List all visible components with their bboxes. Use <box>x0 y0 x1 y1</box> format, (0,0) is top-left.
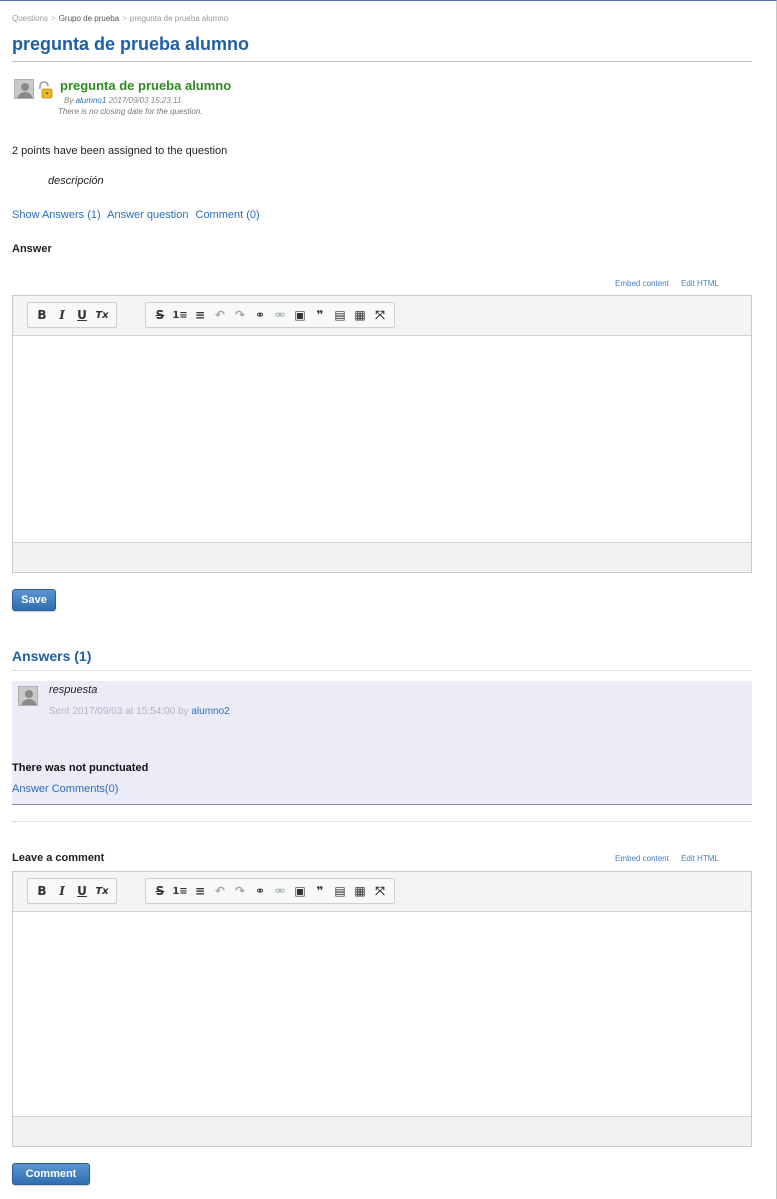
answer-editor-links: Embed content Edit HTML <box>605 279 719 288</box>
toolbar-group-rich: S 1≡ ≡ ↶ ↷ ⚭ ⚮ ▣ ❞ ▤ ▦ ⤧ <box>145 302 395 328</box>
fullscreen-icon[interactable]: ⤧ <box>371 306 389 324</box>
editor-status-bar <box>13 1116 751 1146</box>
editor-status-bar <box>13 542 751 572</box>
unlink-icon[interactable]: ⚮ <box>271 306 289 324</box>
edit-html-link[interactable]: Edit HTML <box>681 854 719 863</box>
answer-author-link[interactable]: alumno2 <box>191 706 229 717</box>
comment-editor-links: Embed content Edit HTML <box>605 854 719 863</box>
bullet-list-icon[interactable]: ≡ <box>191 306 209 324</box>
open-lock-icon <box>39 81 53 99</box>
save-button[interactable]: Save <box>12 589 56 611</box>
italic-button[interactable]: I <box>53 882 71 900</box>
show-answers-link[interactable]: Show Answers (1) <box>12 209 101 221</box>
breadcrumb-current: pregunta de prueba alumno <box>129 14 229 23</box>
numbered-list-icon[interactable]: 1≡ <box>171 306 189 324</box>
answers-divider <box>12 670 752 671</box>
quote-icon[interactable]: ❞ <box>311 306 329 324</box>
paste-text-icon[interactable]: ▤ <box>331 306 349 324</box>
underline-button[interactable]: U <box>73 882 91 900</box>
answer-score-status: There was not punctuated <box>12 762 149 774</box>
unlink-icon[interactable]: ⚮ <box>271 882 289 900</box>
clear-format-button[interactable]: Tx <box>93 306 111 324</box>
author-avatar <box>14 79 34 99</box>
link-icon[interactable]: ⚭ <box>251 306 269 324</box>
toolbar-group-rich: S 1≡ ≡ ↶ ↷ ⚭ ⚮ ▣ ❞ ▤ ▦ ⤧ <box>145 878 395 904</box>
redo-icon[interactable]: ↷ <box>231 306 249 324</box>
bold-button[interactable]: B <box>33 882 51 900</box>
answer-editor: B I U Tx S 1≡ ≡ ↶ ↷ ⚭ ⚮ ▣ ❞ ▤ ▦ ⤧ <box>12 295 752 573</box>
answer-sent-info: Sent 2017/09/03 at 15:54:00 by alumno2 <box>49 706 230 717</box>
redo-icon[interactable]: ↷ <box>231 882 249 900</box>
bold-button[interactable]: B <box>33 306 51 324</box>
comment-editor-content[interactable] <box>13 912 751 1116</box>
edit-html-link[interactable]: Edit HTML <box>681 279 719 288</box>
page-title: pregunta de prueba alumno <box>12 34 250 54</box>
strikethrough-button[interactable]: S <box>151 306 169 324</box>
answer-label: Answer <box>12 243 52 255</box>
paste-text-icon[interactable]: ▤ <box>331 882 349 900</box>
paste-word-icon[interactable]: ▦ <box>351 306 369 324</box>
embed-content-link[interactable]: Embed content <box>615 854 669 863</box>
points-assigned: 2 points have been assigned to the quest… <box>12 145 228 157</box>
answer-text: respuesta <box>49 684 98 696</box>
breadcrumb-questions[interactable]: Questions <box>12 14 48 23</box>
question-date: 2017/09/03 15:23:11 <box>108 96 182 105</box>
answers-section-title: Answers (1) <box>12 648 92 664</box>
undo-icon[interactable]: ↶ <box>211 306 229 324</box>
closing-date-notice: There is no closing date for the questio… <box>58 107 203 116</box>
breadcrumb-separator: > <box>51 14 56 23</box>
image-icon[interactable]: ▣ <box>291 306 309 324</box>
answer-sent-date: Sent 2017/09/03 at 15:54:00 by <box>49 706 189 717</box>
comment-editor: B I U Tx S 1≡ ≡ ↶ ↷ ⚭ ⚮ ▣ ❞ ▤ ▦ ⤧ <box>12 871 752 1147</box>
italic-button[interactable]: I <box>53 306 71 324</box>
question-title[interactable]: pregunta de prueba alumno <box>60 78 231 93</box>
breadcrumb: Questions > Grupo de prueba > pregunta de pr… <box>12 14 228 23</box>
leave-comment-label: Leave a comment <box>12 852 105 864</box>
comment-link[interactable]: Comment (0) <box>196 209 260 221</box>
undo-icon[interactable]: ↶ <box>211 882 229 900</box>
answer-question-link[interactable]: Answer question <box>107 209 188 221</box>
question-meta: By alumno1 2017/09/03 15:23:11 <box>64 96 181 105</box>
embed-content-link[interactable]: Embed content <box>615 279 669 288</box>
link-icon[interactable]: ⚭ <box>251 882 269 900</box>
question-actions: Show Answers (1) Answer question Comment… <box>12 209 264 221</box>
image-icon[interactable]: ▣ <box>291 882 309 900</box>
underline-button[interactable]: U <box>73 306 91 324</box>
breadcrumb-group[interactable]: Grupo de prueba <box>59 14 120 23</box>
editor-toolbar: B I U Tx S 1≡ ≡ ↶ ↷ ⚭ ⚮ ▣ ❞ ▤ ▦ ⤧ <box>13 296 751 336</box>
by-prefix: By <box>64 96 74 105</box>
breadcrumb-separator: > <box>122 14 127 23</box>
clear-format-button[interactable]: Tx <box>93 882 111 900</box>
editor-toolbar: B I U Tx S 1≡ ≡ ↶ ↷ ⚭ ⚮ ▣ ❞ ▤ ▦ ⤧ <box>13 872 751 912</box>
strikethrough-button[interactable]: S <box>151 882 169 900</box>
numbered-list-icon[interactable]: 1≡ <box>171 882 189 900</box>
answer-editor-content[interactable] <box>13 336 751 542</box>
answer-comments-link[interactable]: Answer Comments(0) <box>12 783 118 795</box>
comment-submit-button[interactable]: Comment <box>12 1163 90 1185</box>
toolbar-group-basic: B I U Tx <box>27 878 117 904</box>
toolbar-group-basic: B I U Tx <box>27 302 117 328</box>
section-divider <box>12 821 752 822</box>
question-description: descripción <box>48 175 104 187</box>
quote-icon[interactable]: ❞ <box>311 882 329 900</box>
title-divider <box>12 61 752 62</box>
answer-author-avatar <box>18 686 38 706</box>
answer-item <box>12 681 752 805</box>
paste-word-icon[interactable]: ▦ <box>351 882 369 900</box>
question-page: Questions > Grupo de prueba > pregunta de pr… <box>0 0 777 1199</box>
fullscreen-icon[interactable]: ⤧ <box>371 882 389 900</box>
question-author-link[interactable]: alumno1 <box>76 96 107 105</box>
bullet-list-icon[interactable]: ≡ <box>191 882 209 900</box>
